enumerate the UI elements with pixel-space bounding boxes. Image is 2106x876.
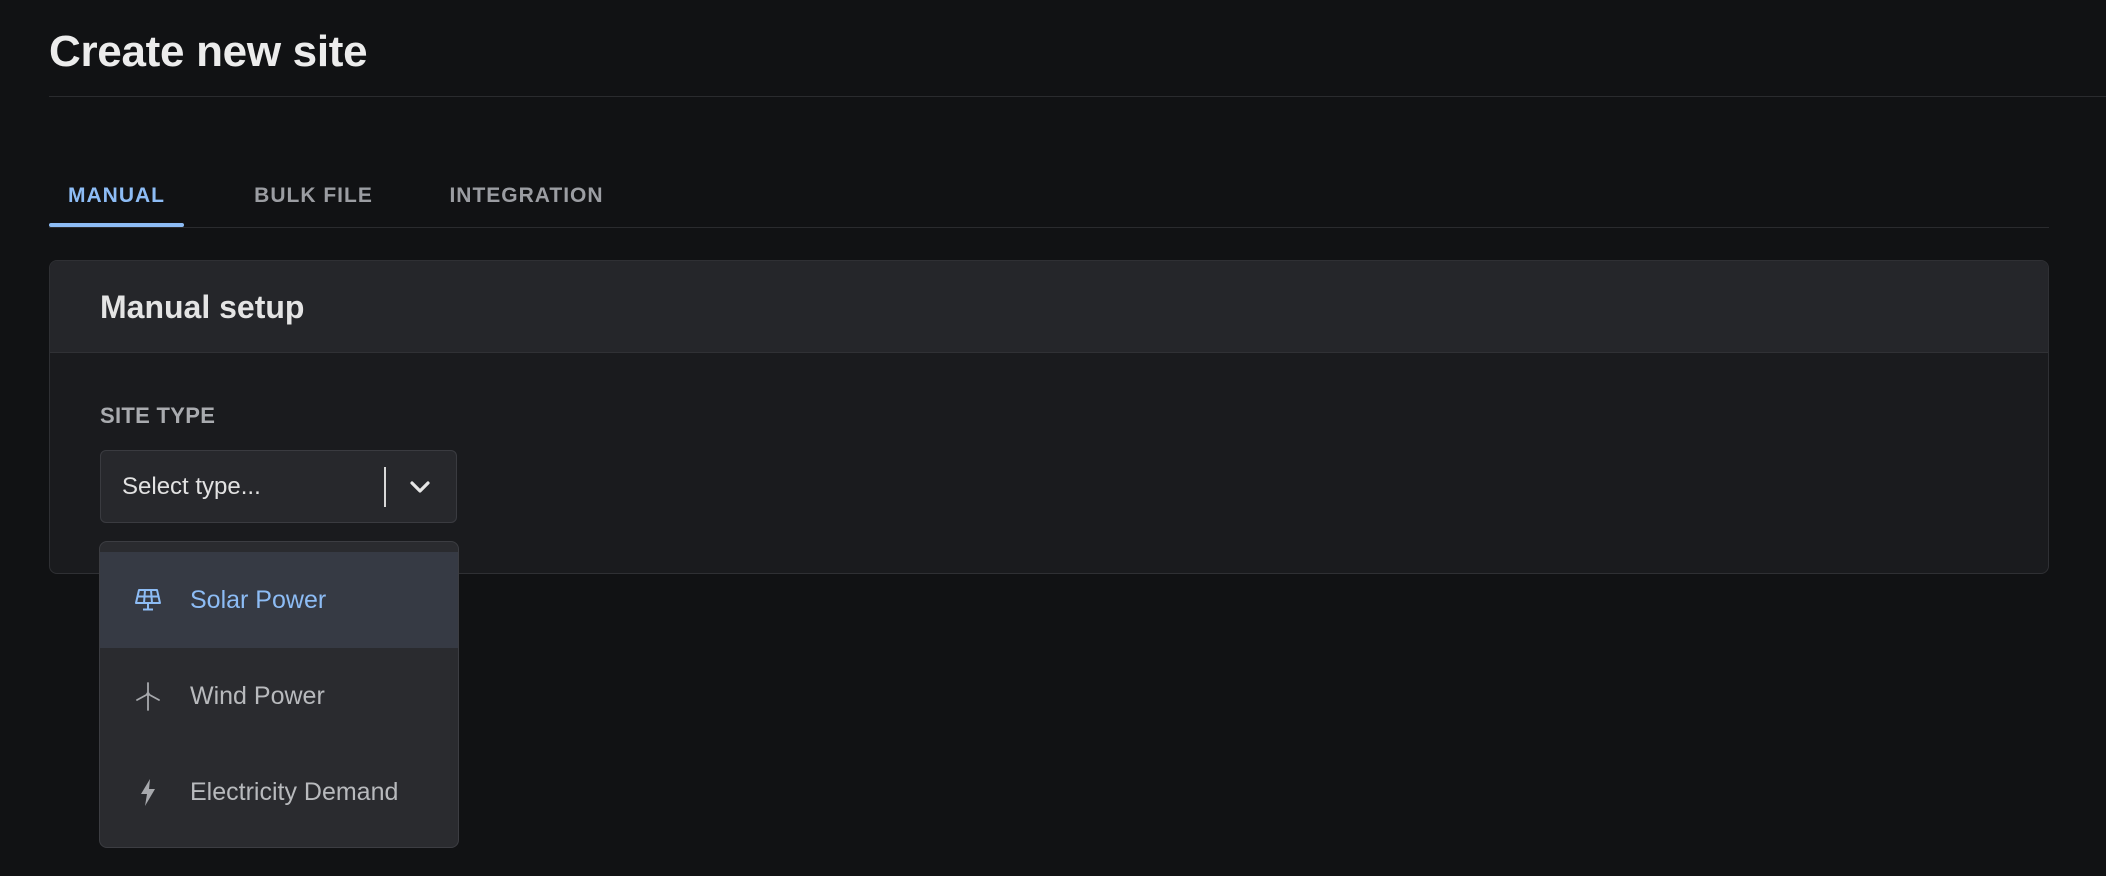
option-label: Wind Power xyxy=(190,682,325,710)
solar-panel-icon xyxy=(133,585,163,615)
create-site-page: Create new site MANUAL BULK FILE INTEGRA… xyxy=(0,0,2106,876)
card-header: Manual setup xyxy=(50,261,2048,353)
site-type-select[interactable]: Select type... xyxy=(100,450,457,523)
page-title: Create new site xyxy=(49,27,368,76)
tab-manual[interactable]: MANUAL xyxy=(49,166,184,227)
option-label: Solar Power xyxy=(190,586,327,614)
option-label: Electricity Demand xyxy=(190,778,399,806)
chevron-down-icon[interactable] xyxy=(404,471,436,503)
tab-bulk-file[interactable]: BULK FILE xyxy=(246,166,381,226)
select-placeholder: Select type... xyxy=(122,473,261,500)
option-wind-power[interactable]: Wind Power xyxy=(100,648,458,744)
manual-setup-card: Manual setup SITE TYPE Select type... xyxy=(49,260,2049,574)
site-type-dropdown: Solar Power Wind Power Electricity Deman… xyxy=(99,541,459,848)
select-separator xyxy=(384,467,386,507)
option-electricity-demand[interactable]: Electricity Demand xyxy=(100,744,458,840)
site-type-label: SITE TYPE xyxy=(100,403,216,428)
tab-integration[interactable]: INTEGRATION xyxy=(438,166,615,226)
tab-bar: MANUAL BULK FILE INTEGRATION xyxy=(49,166,2049,228)
card-title: Manual setup xyxy=(100,289,305,325)
option-solar-power[interactable]: Solar Power xyxy=(100,552,458,648)
lightning-bolt-icon xyxy=(133,777,163,807)
wind-turbine-icon xyxy=(133,681,163,711)
title-divider xyxy=(49,96,2106,97)
